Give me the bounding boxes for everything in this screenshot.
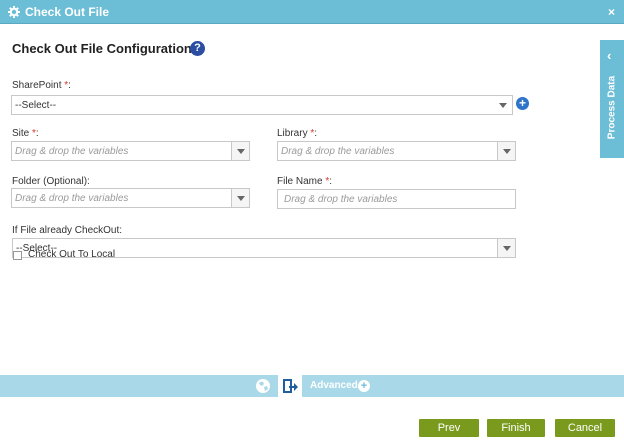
process-data-tab[interactable]: ‹ Process Data — [600, 40, 624, 158]
chevron-down-icon[interactable] — [497, 239, 515, 257]
globe-icon[interactable] — [255, 378, 271, 394]
advanced-label[interactable]: Advanced — [310, 380, 358, 391]
folder-field[interactable]: Drag & drop the variables — [11, 188, 250, 208]
title-bar: Check Out File × — [0, 0, 624, 24]
folder-label: Folder (Optional): — [12, 176, 90, 187]
file-name-field[interactable]: Drag & drop the variables — [277, 189, 516, 209]
check-out-to-local-checkbox[interactable] — [13, 251, 22, 260]
file-name-label: File Name *: — [277, 176, 333, 187]
chevron-left-icon: ‹ — [607, 48, 612, 63]
site-field[interactable]: Drag & drop the variables — [11, 141, 250, 161]
sharepoint-select[interactable]: --Select-- — [11, 95, 513, 115]
site-placeholder: Drag & drop the variables — [15, 146, 129, 157]
close-icon[interactable]: × — [608, 5, 615, 19]
chevron-down-icon[interactable] — [231, 189, 249, 207]
library-label: Library *: — [277, 128, 318, 139]
chevron-down-icon[interactable] — [497, 142, 515, 160]
file-name-placeholder: Drag & drop the variables — [284, 194, 398, 205]
site-label: Site *: — [12, 128, 39, 139]
page-title: Check Out File Configuration — [12, 41, 192, 56]
sharepoint-select-value: --Select-- — [15, 100, 57, 111]
main-panel: Check Out File Configuration ? SharePoin… — [0, 24, 624, 375]
check-out-file-tab[interactable] — [278, 375, 302, 397]
check-out-to-local-label: Check Out To Local — [28, 249, 116, 260]
process-data-label: Process Data — [606, 75, 618, 140]
window-title: Check Out File — [25, 5, 110, 19]
help-icon[interactable]: ? — [190, 41, 205, 56]
cancel-button[interactable]: Cancel — [555, 419, 615, 437]
check-out-file-icon — [283, 379, 298, 393]
chevron-down-icon[interactable] — [231, 142, 249, 160]
prev-button[interactable]: Prev — [419, 419, 479, 437]
chevron-down-icon[interactable] — [494, 96, 512, 114]
folder-placeholder: Drag & drop the variables — [15, 193, 129, 204]
sharepoint-label: SharePoint *: — [12, 80, 71, 91]
finish-button[interactable]: Finish — [487, 419, 545, 437]
if-checked-out-label: If File already CheckOut: — [12, 225, 123, 236]
activity-tab-bar: Advanced + — [0, 375, 624, 397]
library-placeholder: Drag & drop the variables — [281, 146, 395, 157]
advanced-plus-icon[interactable]: + — [358, 380, 370, 392]
gear-icon — [8, 6, 20, 18]
library-field[interactable]: Drag & drop the variables — [277, 141, 516, 161]
add-sharepoint-connection-button[interactable]: + — [516, 97, 529, 110]
